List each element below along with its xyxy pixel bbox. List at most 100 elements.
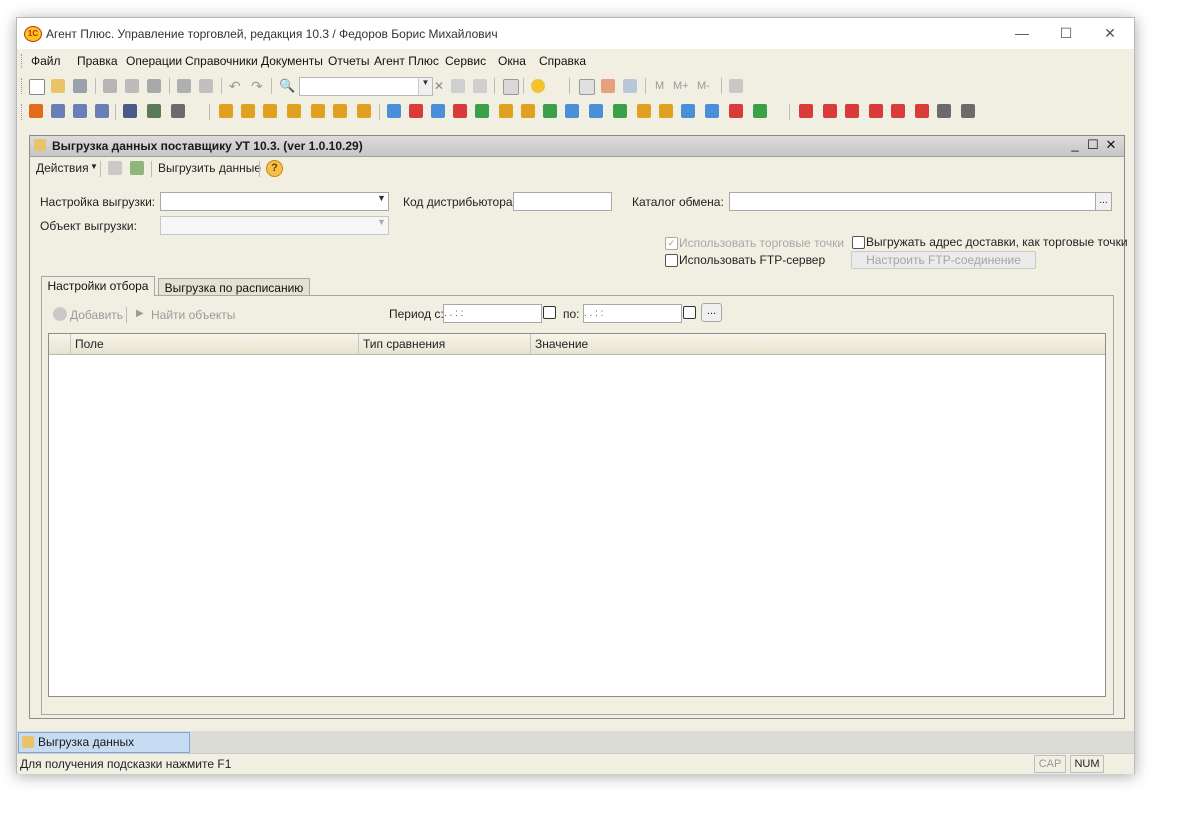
- agent-action-icon[interactable]: [937, 104, 951, 118]
- chevron-down-icon[interactable]: ▼: [418, 78, 432, 95]
- column-comparison[interactable]: Тип сравнения: [358, 334, 530, 354]
- memory-m-button[interactable]: M: [655, 80, 664, 92]
- menu-edit[interactable]: Правка: [77, 54, 118, 68]
- agent-action-icon[interactable]: [521, 104, 535, 118]
- catalog-input[interactable]: [729, 192, 1096, 211]
- agent-action-icon[interactable]: [589, 104, 603, 118]
- memory-plus-button[interactable]: M+: [673, 80, 689, 92]
- maximize-button[interactable]: ☐: [1051, 22, 1081, 44]
- agent-action-icon[interactable]: [613, 104, 627, 118]
- agent-action-icon[interactable]: [823, 104, 837, 118]
- period-select-button[interactable]: ...: [701, 303, 722, 322]
- agent-action-icon[interactable]: [891, 104, 905, 118]
- agent-action-icon[interactable]: [357, 104, 371, 118]
- search-icon[interactable]: 🔍: [279, 79, 295, 93]
- search-combo[interactable]: ▼: [299, 77, 433, 96]
- help-icon[interactable]: ?: [266, 160, 283, 177]
- object-select[interactable]: ▼: [160, 216, 389, 235]
- agent-action-icon[interactable]: [147, 104, 161, 118]
- menu-documents[interactable]: Документы: [261, 54, 323, 68]
- agent-action-icon[interactable]: [311, 104, 325, 118]
- period-to-input[interactable]: . . : :: [583, 304, 682, 323]
- agent-action-icon[interactable]: [123, 104, 137, 118]
- agent-action-icon[interactable]: [431, 104, 445, 118]
- print-icon[interactable]: [177, 79, 191, 93]
- menu-help[interactable]: Справка: [539, 54, 586, 68]
- agent-action-icon[interactable]: [287, 104, 301, 118]
- agent-action-icon[interactable]: [659, 104, 673, 118]
- save-icon[interactable]: [73, 79, 87, 93]
- redo-icon[interactable]: ↷: [251, 79, 265, 93]
- minimize-button[interactable]: —: [1007, 22, 1037, 44]
- agent-action-icon[interactable]: [333, 104, 347, 118]
- trade-points-checkbox[interactable]: ✓: [665, 237, 678, 250]
- settings-select[interactable]: ▼: [160, 192, 389, 211]
- find-prev-icon[interactable]: [473, 79, 487, 93]
- calendar-icon[interactable]: [543, 306, 556, 319]
- menu-operations[interactable]: Операции: [126, 54, 182, 68]
- calculator-icon[interactable]: [579, 79, 595, 95]
- agent-action-icon[interactable]: [51, 104, 65, 118]
- distributor-code-input[interactable]: [513, 192, 612, 211]
- calendar-icon[interactable]: [683, 306, 696, 319]
- catalog-browse-button[interactable]: ...: [1095, 192, 1112, 211]
- child-close-button[interactable]: ✕: [1103, 137, 1119, 153]
- agent-action-icon[interactable]: [387, 104, 401, 118]
- menu-windows[interactable]: Окна: [498, 54, 526, 68]
- calendar-icon[interactable]: [601, 79, 615, 93]
- tab-filter-settings[interactable]: Настройки отбора: [41, 276, 155, 296]
- agent-action-icon[interactable]: [263, 104, 277, 118]
- agent-action-icon[interactable]: [543, 104, 557, 118]
- agent-action-icon[interactable]: [499, 104, 513, 118]
- copy-icon[interactable]: [125, 79, 139, 93]
- menu-file[interactable]: Файл: [31, 54, 61, 68]
- agent-action-icon[interactable]: [681, 104, 695, 118]
- undo-icon[interactable]: ↶: [229, 79, 243, 93]
- agent-action-icon[interactable]: [915, 104, 929, 118]
- clear-search-icon[interactable]: ✕: [434, 79, 448, 93]
- agent-action-icon[interactable]: [753, 104, 767, 118]
- agent-action-icon[interactable]: [869, 104, 883, 118]
- agent-action-icon[interactable]: [171, 104, 185, 118]
- period-from-input[interactable]: . . : :: [443, 304, 542, 323]
- agent-action-icon[interactable]: [409, 104, 423, 118]
- agent-action-icon[interactable]: [729, 104, 743, 118]
- tools-icon[interactable]: [729, 79, 743, 93]
- agent-action-icon[interactable]: [95, 104, 109, 118]
- new-document-icon[interactable]: [29, 79, 45, 95]
- menu-service[interactable]: Сервис: [445, 54, 486, 68]
- agent-action-icon[interactable]: [961, 104, 975, 118]
- agent-action-icon[interactable]: [29, 104, 43, 118]
- actions-menu[interactable]: Действия: [36, 161, 89, 175]
- child-maximize-button[interactable]: ☐: [1085, 137, 1101, 153]
- find-objects-button[interactable]: Найти объекты: [151, 308, 235, 322]
- agent-action-icon[interactable]: [241, 104, 255, 118]
- agent-action-icon[interactable]: [475, 104, 489, 118]
- agent-action-icon[interactable]: [799, 104, 813, 118]
- chevron-down-icon[interactable]: ▼: [375, 217, 388, 234]
- agent-action-icon[interactable]: [73, 104, 87, 118]
- chevron-down-icon[interactable]: ▼: [375, 193, 388, 210]
- filter-grid[interactable]: Поле Тип сравнения Значение: [48, 333, 1106, 697]
- column-value[interactable]: Значение: [530, 334, 1105, 354]
- open-folder-icon[interactable]: [51, 79, 65, 93]
- agent-action-icon[interactable]: [845, 104, 859, 118]
- child-minimize-button[interactable]: _: [1067, 137, 1083, 152]
- menu-catalogs[interactable]: Справочники: [185, 54, 258, 68]
- add-button[interactable]: Добавить: [70, 308, 123, 322]
- close-button[interactable]: ✕: [1095, 22, 1125, 44]
- agent-action-icon[interactable]: [637, 104, 651, 118]
- info-icon[interactable]: [531, 79, 545, 93]
- window-tab-export[interactable]: Выгрузка данных поставщ...: [18, 732, 190, 768]
- agent-action-icon[interactable]: [565, 104, 579, 118]
- memory-minus-button[interactable]: M-: [697, 80, 710, 92]
- users-icon[interactable]: [623, 79, 637, 93]
- agent-action-icon[interactable]: [219, 104, 233, 118]
- paste-icon[interactable]: [147, 79, 161, 93]
- save-settings-icon[interactable]: [130, 161, 144, 175]
- configure-ftp-button[interactable]: Настроить FTP-соединение: [851, 251, 1036, 269]
- agent-action-icon[interactable]: [453, 104, 467, 118]
- windows-icon[interactable]: [503, 79, 519, 95]
- export-address-checkbox[interactable]: [852, 236, 865, 249]
- ftp-checkbox[interactable]: [665, 254, 678, 267]
